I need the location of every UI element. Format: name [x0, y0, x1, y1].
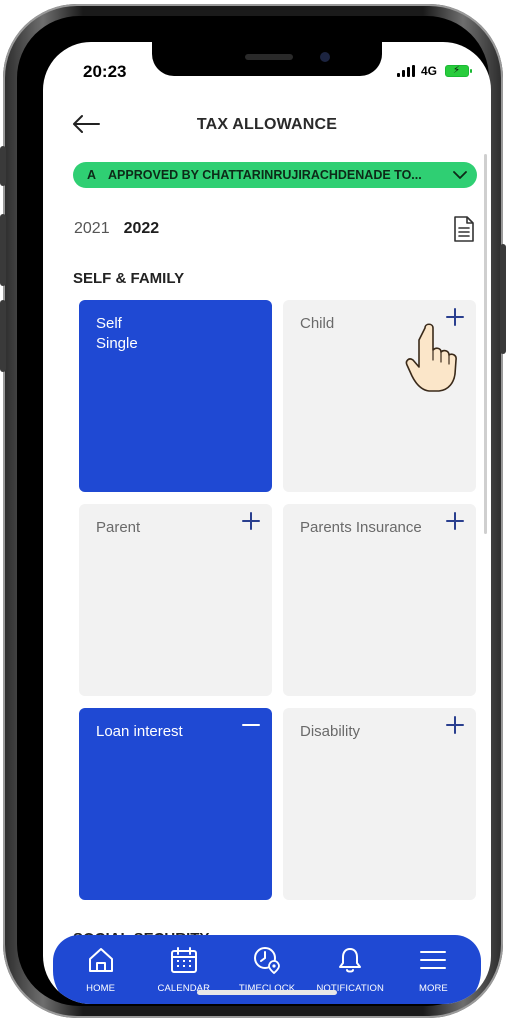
phone-frame: 20:23 4G ⚡ TAX ALLOWANCE A APPROVED BY C… [0, 4, 506, 1018]
screen: 20:23 4G ⚡ TAX ALLOWANCE A APPROVED BY C… [43, 42, 491, 1004]
status-time: 20:23 [83, 62, 127, 81]
timeclock-icon [254, 947, 280, 975]
menu-icon [420, 951, 447, 969]
home-icon [88, 948, 113, 972]
tap-hand-icon [405, 323, 457, 392]
volume-up-button [0, 214, 6, 286]
network-type: 4G [420, 64, 437, 78]
calendar-icon [170, 947, 197, 973]
approval-status-dropdown[interactable]: A APPROVED BY CHATTARINRUJIRACHDENADE TO… [73, 162, 477, 188]
volume-down-button [0, 300, 6, 372]
approval-status-prefix: A [87, 168, 97, 182]
nav-calendar[interactable]: CALENDAR [142, 945, 225, 1004]
front-camera [320, 52, 330, 62]
nav-notification[interactable]: NOTIFICATION [309, 945, 392, 1004]
page-title: TAX ALLOWANCE [196, 116, 338, 133]
card-loan-interest[interactable]: Loan interest [79, 708, 272, 900]
section-title-self-family: SELF & FAMILY [73, 270, 185, 287]
nav-timeclock[interactable]: TIMECLOCK [225, 945, 308, 1004]
scrollbar[interactable] [484, 154, 487, 534]
status-indicators: 4G ⚡ [396, 64, 472, 78]
card-loan-interest-label: Loan interest [96, 723, 183, 740]
card-disability-label: Disability [300, 723, 361, 740]
card-disability[interactable]: Disability [283, 708, 476, 900]
card-child-label: Child [300, 315, 335, 332]
power-button [500, 244, 506, 354]
notch [152, 42, 382, 76]
approval-status-text: APPROVED BY CHATTARINRUJIRACHDENADE TO..… [108, 168, 422, 182]
nav-home-label: HOME [86, 983, 116, 994]
document-icon[interactable] [453, 216, 475, 242]
nav-more-label: MORE [418, 983, 448, 994]
card-parent-label: Parent [96, 519, 141, 536]
signal-icon [396, 65, 415, 77]
year-tab-current[interactable]: 2022 [124, 220, 160, 238]
card-parents-insurance[interactable]: Parents Insurance [283, 504, 476, 696]
minus-icon[interactable] [240, 714, 262, 736]
battery-icon: ⚡ [445, 65, 472, 77]
card-self[interactable]: Self Single [79, 300, 272, 492]
mute-switch [0, 146, 6, 186]
home-indicator[interactable] [197, 990, 337, 995]
nav-home[interactable]: HOME [59, 945, 142, 1004]
plus-icon[interactable] [240, 510, 262, 532]
plus-icon[interactable] [444, 714, 466, 736]
speaker [245, 54, 293, 60]
card-parents-insurance-label: Parents Insurance [300, 519, 422, 536]
bell-icon [339, 948, 362, 973]
nav-more[interactable]: MORE [392, 945, 475, 1004]
year-tab-previous[interactable]: 2021 [74, 220, 110, 238]
card-self-label: Self Single [96, 315, 138, 352]
card-parent[interactable]: Parent [79, 504, 272, 696]
plus-icon[interactable] [444, 510, 466, 532]
year-selector: 2021 2022 [74, 220, 159, 238]
chevron-down-icon [453, 171, 467, 179]
phone-bezel: 20:23 4G ⚡ TAX ALLOWANCE A APPROVED BY C… [17, 16, 491, 1006]
